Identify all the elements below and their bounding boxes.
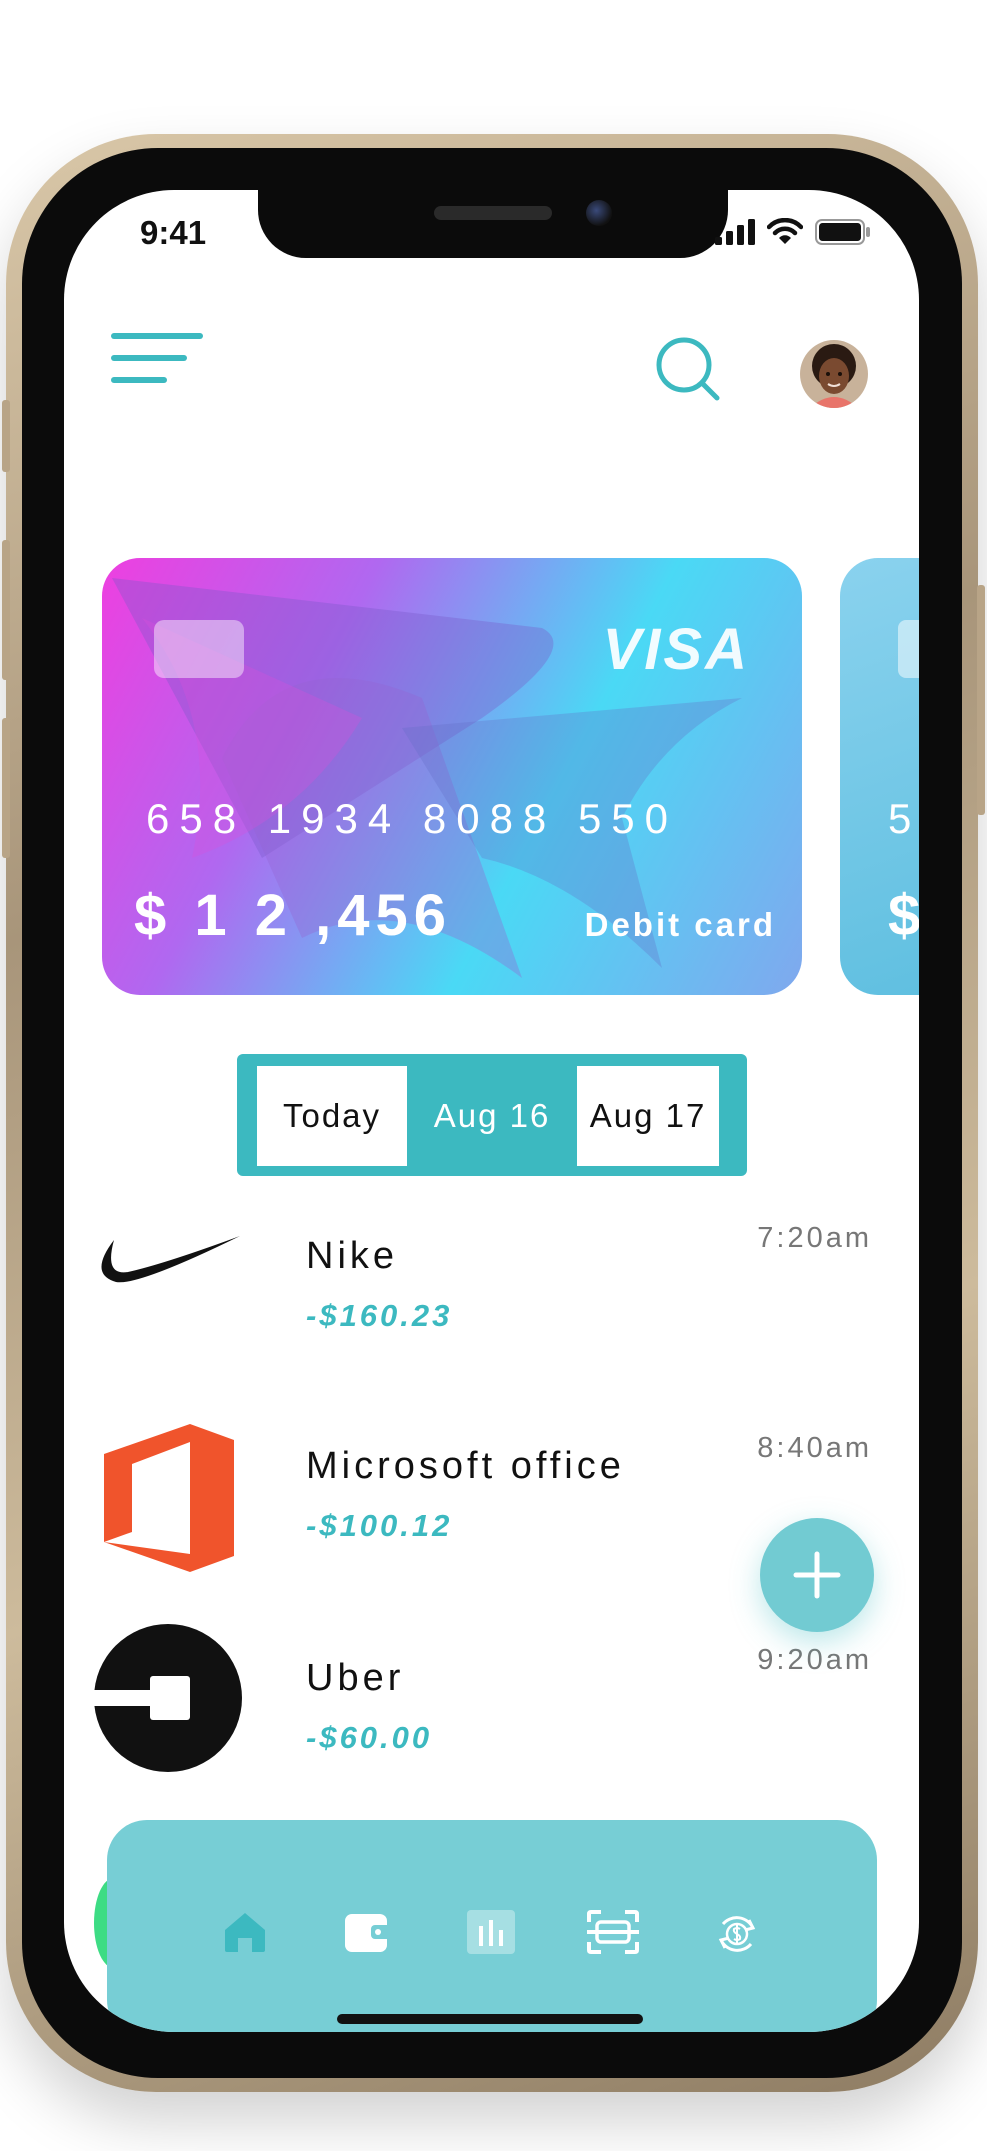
front-camera [586,200,612,226]
transaction-name: Microsoft office [306,1445,625,1487]
signal-icon [715,219,755,245]
bottom-nav [107,1820,877,2032]
transaction-time: 7:20am [757,1222,872,1254]
nike-swoosh-icon [101,1236,241,1283]
transaction-time: 8:40am [757,1432,872,1464]
date-tabs: Today Aug 16 Aug 17 [237,1054,747,1176]
battery-icon [815,219,870,245]
transaction-time: 9:20am [757,1644,872,1676]
card-brand: VISA [602,617,750,682]
tab-aug-16[interactable]: Aug 16 [407,1066,577,1166]
next-card-number: 5 [888,795,912,842]
transaction-nike[interactable]: Nike -$160.23 7:20am [64,1210,919,1400]
transaction-name: Uber [306,1657,405,1699]
stats-icon[interactable] [467,1910,515,1954]
wifi-icon [767,218,803,244]
transaction-amount: -$60.00 [306,1720,433,1755]
avatar[interactable] [800,340,868,408]
scan-icon[interactable] [587,1910,639,1954]
wallet-icon[interactable] [343,1910,393,1954]
status-icons [715,218,871,246]
card-type: Debit card [584,906,776,943]
tab-aug-17[interactable]: Aug 17 [577,1066,719,1166]
next-card-chip [898,620,919,678]
notch [258,190,728,258]
card-balance: $ 1 2 ,456 [134,883,452,948]
transaction-amount: -$160.23 [306,1298,453,1333]
debit-card[interactable]: VISA 658 1934 8088 550 $ 1 2 ,456 Debit … [102,558,802,995]
transaction-uber[interactable]: Uber -$60.00 9:20am [64,1624,919,1822]
search-icon[interactable] [655,336,721,402]
app-screen: 9:41 VISA 658 1934 8088 550 $ 1 2 ,456 D… [64,190,919,2032]
tab-today[interactable]: Today [257,1066,407,1166]
uber-icon [94,1624,242,1772]
status-time: 9:41 [140,214,207,251]
transaction-amount: -$100.12 [306,1508,453,1543]
plus-icon [793,1551,841,1599]
speaker [434,206,552,220]
menu-icon[interactable] [110,332,204,388]
exchange-icon[interactable] [715,1910,759,1958]
next-card-balance: $ [888,883,919,948]
microsoft-office-icon [104,1424,234,1572]
avatar-photo [800,340,868,408]
mute-switch [2,400,10,472]
home-indicator [337,2014,643,2024]
home-icon[interactable] [221,1910,269,1954]
volume-up-button [2,540,10,680]
transaction-name: Nike [306,1235,399,1277]
power-button [977,585,985,815]
volume-down-button [2,718,10,858]
add-button[interactable] [760,1518,874,1632]
card-number: 658 1934 8088 550 [146,795,679,842]
card-chip [154,620,244,678]
next-card[interactable]: 5 $ [840,558,919,995]
